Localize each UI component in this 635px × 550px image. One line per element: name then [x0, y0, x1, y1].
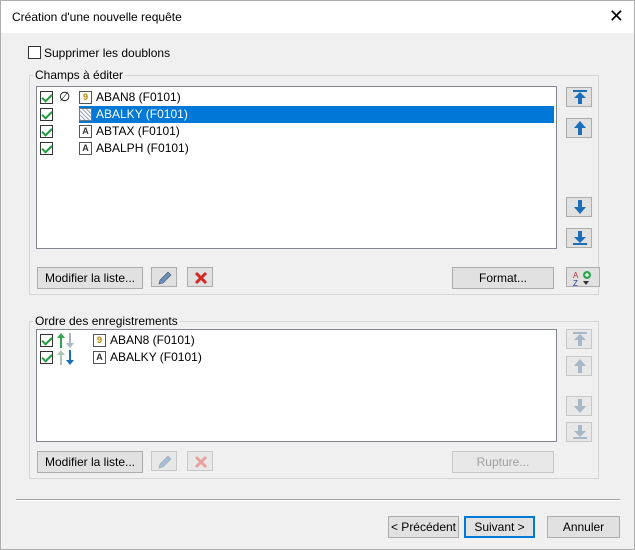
arrow-up-icon: [574, 121, 586, 135]
move-top-icon: [573, 90, 587, 104]
field-row[interactable]: ABALKY (F0101): [37, 106, 556, 123]
order-row[interactable]: 9 ABAN8 (F0101): [37, 332, 556, 349]
remove-duplicates-label: Supprimer les doublons: [44, 46, 171, 60]
move-bottom-icon: [573, 231, 587, 245]
field-checkbox[interactable]: [40, 108, 53, 121]
move-top-icon: [573, 332, 587, 346]
field-label: ABAN8 (F0101): [96, 90, 181, 104]
order-checkbox[interactable]: [40, 334, 53, 347]
arrow-up-icon: [574, 359, 586, 373]
delete-x-icon: [194, 455, 208, 469]
remove-duplicates-checkbox[interactable]: [28, 46, 41, 59]
fields-edit-button[interactable]: [151, 267, 177, 287]
order-label: ABAN8 (F0101): [110, 333, 195, 347]
fields-modify-list-button[interactable]: Modifier la liste...: [37, 267, 143, 289]
field-row-content: A ABTAX (F0101): [79, 123, 554, 140]
arrow-down-icon: [574, 200, 586, 214]
order-modify-list-button[interactable]: Modifier la liste...: [37, 451, 143, 473]
order-row-content: 9 ABAN8 (F0101): [93, 332, 554, 349]
pencil-icon: [158, 455, 172, 469]
order-edit-button[interactable]: [151, 451, 177, 471]
sort-descending-icon[interactable]: [56, 349, 80, 366]
numeric-field-icon: 9: [79, 91, 92, 104]
fields-listbox[interactable]: ∅ 9 ABAN8 (F0101) ABALKY (F0101) A ABTAX (F01…: [36, 86, 557, 249]
sort-az-icon: A Z: [573, 271, 591, 287]
order-move-up-button[interactable]: [566, 356, 592, 376]
format-button[interactable]: Format...: [452, 267, 554, 289]
order-move-down-button[interactable]: [566, 396, 592, 416]
fields-delete-button[interactable]: [187, 267, 213, 287]
text-field-icon: A: [93, 351, 106, 364]
field-row-content: ABALKY (F0101): [79, 106, 554, 123]
field-row[interactable]: A ABALPH (F0101): [37, 140, 556, 157]
order-listbox[interactable]: 9 ABAN8 (F0101) A ABALKY (F0101): [36, 329, 557, 442]
field-label: ABTAX (F0101): [96, 124, 180, 138]
order-move-top-button[interactable]: [566, 329, 592, 349]
field-checkbox[interactable]: [40, 125, 53, 138]
arrow-down-icon: [574, 399, 586, 413]
move-bottom-button[interactable]: [566, 228, 592, 248]
order-delete-button[interactable]: [187, 451, 213, 471]
move-up-button[interactable]: [566, 118, 592, 138]
svg-text:Z: Z: [573, 279, 578, 287]
pencil-icon: [158, 271, 172, 285]
numeric-field-icon: 9: [93, 334, 106, 347]
next-button[interactable]: Suivant >: [464, 516, 535, 538]
hatched-field-icon: [79, 108, 92, 121]
close-icon[interactable]: ✕: [609, 7, 624, 25]
null-marker-icon: ∅: [59, 89, 71, 104]
title-bar: Création d'une nouvelle requête ✕: [1, 1, 634, 33]
previous-button[interactable]: < Précédent: [388, 516, 459, 538]
move-top-button[interactable]: [566, 87, 592, 107]
move-bottom-icon: [573, 425, 587, 439]
field-label: ABALKY (F0101): [96, 107, 188, 121]
order-row-content: A ABALKY (F0101): [93, 349, 554, 366]
field-row[interactable]: ∅ 9 ABAN8 (F0101): [37, 89, 556, 106]
text-field-icon: A: [79, 125, 92, 138]
field-row-content: A ABALPH (F0101): [79, 140, 554, 157]
order-label: ABALKY (F0101): [110, 350, 202, 364]
field-row-content: 9 ABAN8 (F0101): [79, 89, 554, 106]
delete-x-icon: [194, 271, 208, 285]
field-row[interactable]: A ABTAX (F0101): [37, 123, 556, 140]
window-title: Création d'une nouvelle requête: [12, 10, 182, 24]
cancel-button[interactable]: Annuler: [547, 516, 620, 538]
order-group-title: Ordre des enregistrements: [33, 314, 180, 328]
sort-ascending-icon[interactable]: [56, 332, 80, 349]
sort-az-button[interactable]: A Z: [566, 267, 600, 287]
field-checkbox[interactable]: [40, 142, 53, 155]
break-button[interactable]: Rupture...: [452, 451, 554, 473]
order-row[interactable]: A ABALKY (F0101): [37, 349, 556, 366]
field-label: ABALPH (F0101): [96, 141, 189, 155]
footer-separator: [16, 499, 620, 501]
text-field-icon: A: [79, 142, 92, 155]
move-down-button[interactable]: [566, 197, 592, 217]
field-checkbox[interactable]: [40, 91, 53, 104]
dialog-window: Création d'une nouvelle requête ✕ Suppri…: [0, 0, 635, 550]
fields-group-title: Champs à éditer: [33, 68, 126, 82]
order-move-bottom-button[interactable]: [566, 422, 592, 442]
order-checkbox[interactable]: [40, 351, 53, 364]
